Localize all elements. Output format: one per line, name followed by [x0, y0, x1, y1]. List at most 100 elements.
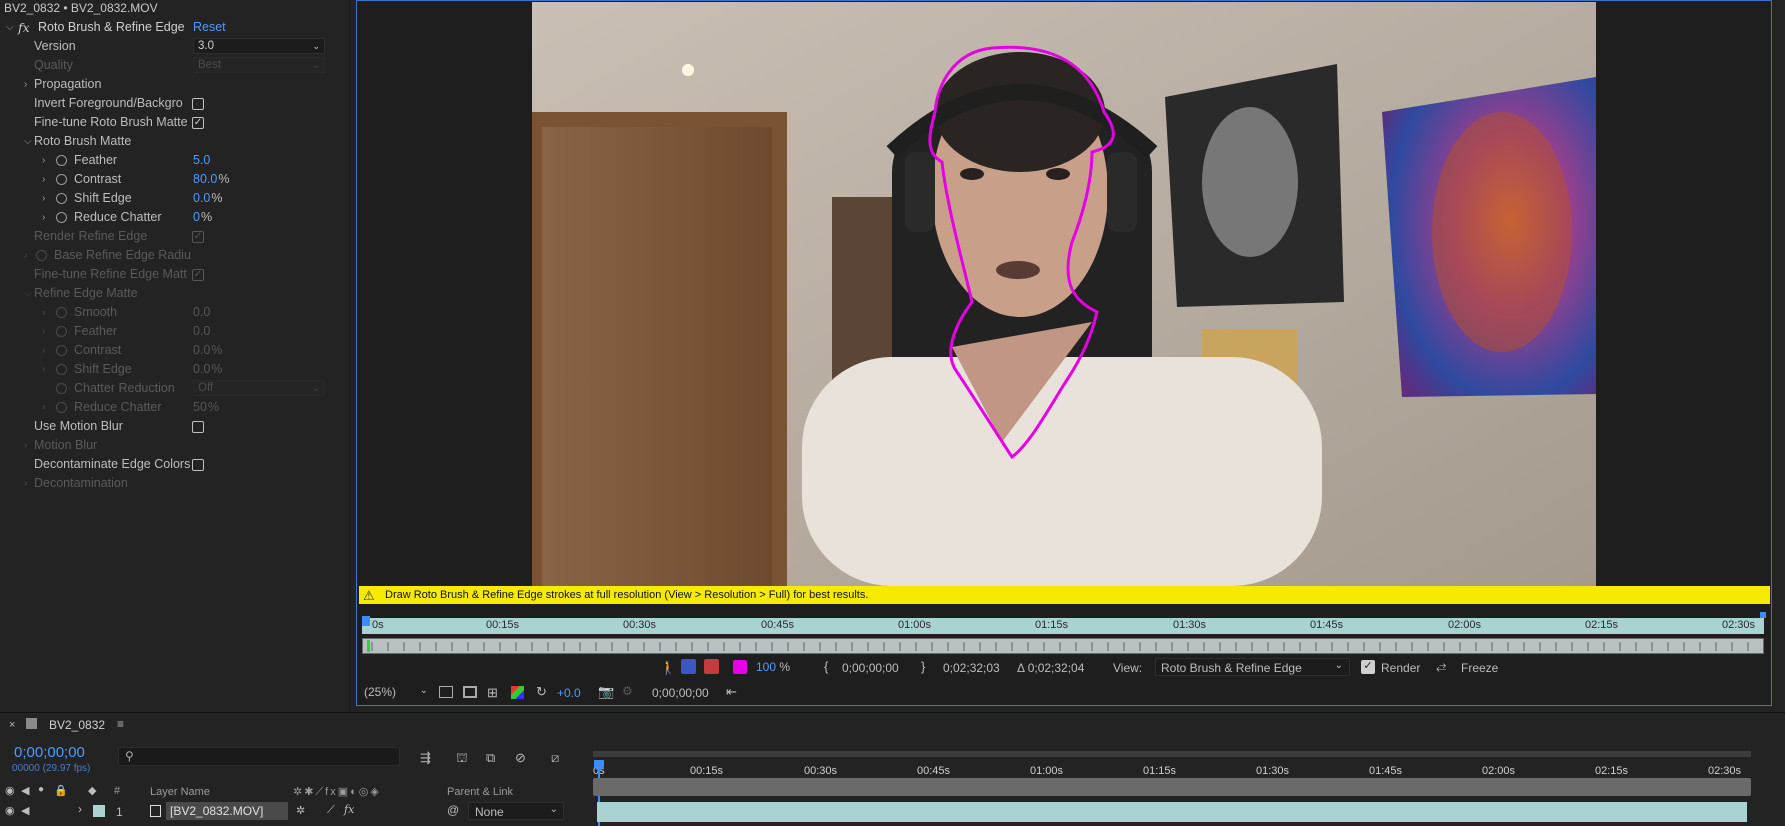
- go-to-time-icon[interactable]: ⇤: [726, 684, 737, 700]
- finetune-roto-checkbox[interactable]: ✓: [192, 117, 204, 129]
- feather-value[interactable]: 5.0: [193, 151, 210, 170]
- refine-matte-label: Refine Edge Matte: [34, 286, 138, 300]
- decontaminate-row: Decontaminate Edge Colors: [0, 455, 340, 474]
- pick-whip-icon[interactable]: @: [447, 803, 459, 817]
- stopwatch-icon[interactable]: [56, 193, 67, 204]
- collapse-caret-icon[interactable]: ⌵: [24, 132, 32, 151]
- exposure-value[interactable]: +0.0: [557, 686, 581, 700]
- finetune-refine-row: Fine-tune Refine Edge Matt ✓: [0, 265, 340, 284]
- fit-frame-icon[interactable]: [439, 686, 453, 698]
- draft-3d-icon[interactable]: ⛫: [456, 750, 468, 768]
- in-point-bracket-icon[interactable]: {: [824, 659, 828, 674]
- hide-shy-layers-icon[interactable]: ⧉: [486, 750, 495, 766]
- video-frame[interactable]: [532, 2, 1596, 586]
- safe-margins-icon[interactable]: [463, 686, 477, 698]
- view-dropdown[interactable]: Roto Brush & Refine Edge ⌄: [1155, 658, 1350, 676]
- graph-editor-icon[interactable]: ⧄: [551, 750, 559, 766]
- quality-label: Quality: [34, 58, 73, 72]
- percent-unit: %: [200, 210, 213, 224]
- out-point-timecode[interactable]: 0;02;32;03: [943, 661, 1000, 675]
- grid-icon[interactable]: ⊞: [487, 685, 498, 701]
- layer-duration-bar[interactable]: [597, 802, 1747, 822]
- contrast-value[interactable]: 80.0: [193, 172, 217, 186]
- version-dropdown[interactable]: 3.0 ⌄: [193, 38, 325, 54]
- fx-icon[interactable]: fx: [18, 18, 30, 37]
- snapshot-icon[interactable]: 📷: [598, 684, 614, 700]
- stopwatch-icon: [56, 364, 67, 375]
- viewer-time-ruler[interactable]: 0s 00:15s 00:30s 00:45s 01:00s 01:15s 01…: [362, 618, 1764, 634]
- use-motion-blur-checkbox[interactable]: [192, 421, 204, 433]
- comp-mini-flowchart-icon[interactable]: ⇶: [420, 750, 431, 766]
- label-icon[interactable]: ◆: [88, 784, 96, 797]
- close-tab-icon[interactable]: ×: [9, 719, 15, 731]
- r-contrast-row: › Contrast 0.0%: [0, 341, 340, 360]
- shift-edge-value[interactable]: 0.0: [193, 191, 210, 205]
- viewer-current-time[interactable]: 0;00;00;00: [652, 686, 709, 700]
- work-area-bar[interactable]: [593, 751, 1751, 757]
- parent-dropdown[interactable]: None ⌄: [468, 802, 564, 820]
- render-checkbox[interactable]: ✓: [1361, 660, 1375, 674]
- motion-blur-row: › Motion Blur: [0, 436, 340, 455]
- timeline-tab[interactable]: BV2_0832: [49, 718, 105, 732]
- audio-icon[interactable]: ◀: [21, 784, 29, 797]
- invert-checkbox[interactable]: [192, 98, 204, 110]
- effect-header[interactable]: ⌵ fx Roto Brush & Refine Edge Reset: [0, 18, 340, 37]
- decontaminate-checkbox[interactable]: [192, 459, 204, 471]
- layer-audio-icon[interactable]: ◀: [21, 804, 29, 817]
- layer-switches-icons[interactable]: ✲✱⟋fx▣◐◎◈: [293, 785, 381, 799]
- expand-layer-caret-icon[interactable]: ›: [78, 802, 82, 816]
- column-number: #: [114, 785, 121, 797]
- ruler-tick: 02:00s: [1482, 765, 1516, 777]
- ruler-tick: 00:15s: [690, 765, 724, 777]
- reset-link[interactable]: Reset: [193, 18, 226, 37]
- stopwatch-icon[interactable]: [56, 155, 67, 166]
- reset-exposure-icon[interactable]: ↻: [536, 684, 547, 700]
- effect-switch-icon[interactable]: fx: [344, 803, 354, 816]
- frame-blending-icon[interactable]: ⊘: [515, 750, 526, 766]
- color-channels-icon[interactable]: [511, 686, 524, 699]
- video-visibility-icon[interactable]: ◉: [5, 784, 15, 797]
- overlay-opacity-value[interactable]: 100: [756, 660, 776, 674]
- layer-label-color[interactable]: [93, 805, 105, 817]
- expand-caret-icon[interactable]: ›: [42, 189, 45, 208]
- quality-switch-icon[interactable]: ⟋: [327, 804, 335, 817]
- duration-timecode: Δ 0;02;32;04: [1017, 661, 1085, 675]
- freeze-icon[interactable]: ⥄: [1436, 658, 1446, 674]
- lock-icon[interactable]: 🔒: [54, 784, 68, 797]
- quality-dropdown: Best ⌄: [193, 57, 325, 73]
- start-frame-marker: [367, 640, 370, 652]
- expand-caret-icon: ›: [24, 250, 28, 261]
- layer-visibility-icon[interactable]: ◉: [5, 804, 15, 817]
- expand-caret-icon[interactable]: ›: [42, 170, 45, 189]
- timeline-search-input[interactable]: ⚲: [118, 747, 400, 766]
- in-point-timecode[interactable]: 0;00;00;00: [842, 661, 899, 675]
- collapse-caret-icon[interactable]: ⌵: [6, 18, 14, 37]
- out-point-bracket-icon[interactable]: }: [921, 659, 925, 674]
- expand-caret-icon[interactable]: ›: [42, 208, 45, 227]
- show-foreground-button[interactable]: [681, 659, 696, 674]
- propagation-label: Propagation: [34, 77, 102, 91]
- roto-matte-row[interactable]: ⌵ Roto Brush Matte: [0, 132, 340, 151]
- magnification-dropdown[interactable]: (25%) ⌄: [364, 685, 430, 702]
- shy-switch-icon[interactable]: ✲: [296, 804, 305, 817]
- stopwatch-icon[interactable]: [56, 174, 67, 185]
- timeline-timecode[interactable]: 0;00;00;00: [14, 744, 85, 761]
- expand-caret-icon[interactable]: ›: [42, 151, 45, 170]
- panel-menu-icon[interactable]: ≡: [117, 717, 124, 731]
- current-time-indicator[interactable]: [362, 616, 370, 626]
- effect-name: Roto Brush & Refine Edge: [38, 20, 185, 34]
- layer-name[interactable]: [BV2_0832.MOV]: [166, 802, 288, 820]
- propagation-row[interactable]: › Propagation: [0, 75, 340, 94]
- reduce-chatter-value[interactable]: 0: [193, 210, 200, 224]
- render-refine-row: Render Refine Edge ✓: [0, 227, 340, 246]
- show-background-button[interactable]: [704, 659, 719, 674]
- solo-icon[interactable]: ●: [38, 784, 44, 795]
- freeze-button[interactable]: Freeze: [1461, 661, 1498, 675]
- overlay-color-swatch[interactable]: [733, 660, 747, 674]
- stopwatch-icon[interactable]: [56, 212, 67, 223]
- work-area-end-handle[interactable]: [1760, 612, 1766, 618]
- walking-figure-icon[interactable]: 🚶: [660, 660, 676, 676]
- ruler-tick: 01:45s: [1369, 765, 1403, 777]
- column-layer-name[interactable]: Layer Name: [150, 786, 210, 798]
- expand-caret-icon[interactable]: ›: [24, 75, 27, 94]
